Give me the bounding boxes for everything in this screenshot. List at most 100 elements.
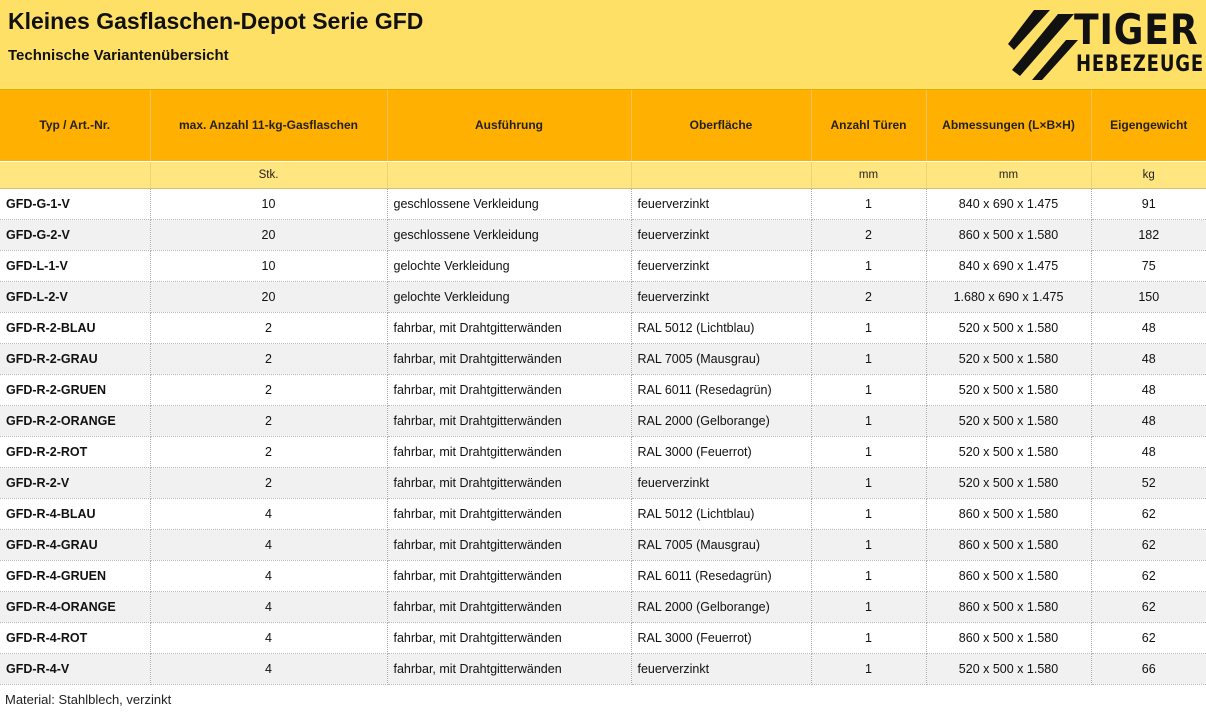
cell-anzahl-tueren: 1 [811,374,927,406]
cell-oberflaeche: feuerverzinkt [631,250,812,282]
unit-cell: mm [811,161,927,189]
cell-ausfuehrung: geschlossene Verkleidung [387,219,632,251]
cell-oberflaeche: RAL 2000 (Gelborange) [631,591,812,623]
cell-ausfuehrung: fahrbar, mit Drahtgitterwänden [387,405,632,437]
cell-eigengewicht: 48 [1091,312,1206,344]
cell-anzahl-tueren: 1 [811,498,927,530]
table-row: GFD-R-2-ORANGE 2 fahrbar, mit Drahtgitterw… [0,405,1206,437]
table-row: GFD-R-4-GRUEN 4 fahrbar, mit Drahtgitterwä… [0,560,1206,592]
cell-abmessungen: 520 x 500 x 1.580 [926,467,1092,499]
cell-typ: GFD-R-2-GRAU [0,343,151,375]
cell-eigengewicht: 62 [1091,498,1206,530]
cell-abmessungen: 840 x 690 x 1.475 [926,250,1092,282]
cell-typ: GFD-L-2-V [0,281,151,313]
cell-eigengewicht: 48 [1091,405,1206,437]
cell-eigengewicht: 150 [1091,281,1206,313]
cell-typ: GFD-R-4-BLAU [0,498,151,530]
cell-anzahl-gasflaschen: 4 [150,498,388,530]
unit-cell: mm [926,161,1092,189]
cell-anzahl-gasflaschen: 2 [150,343,388,375]
cell-abmessungen: 860 x 500 x 1.580 [926,591,1092,623]
table-row: GFD-R-2-ROT 2 fahrbar, mit Drahtgitterwänd… [0,436,1206,468]
cell-typ: GFD-R-2-BLAU [0,312,151,344]
cell-eigengewicht: 48 [1091,436,1206,468]
cell-oberflaeche: RAL 2000 (Gelborange) [631,405,812,437]
cell-abmessungen: 840 x 690 x 1.475 [926,188,1092,220]
column-header-eigengewicht: Eigengewicht [1091,90,1206,162]
cell-ausfuehrung: fahrbar, mit Drahtgitterwänden [387,591,632,623]
cell-eigengewicht: 62 [1091,529,1206,561]
table-row: GFD-L-1-V 10 gelochte Verkleidung feuerverz… [0,250,1206,282]
cell-ausfuehrung: fahrbar, mit Drahtgitterwänden [387,560,632,592]
cell-typ: GFD-R-2-V [0,467,151,499]
column-header-row: Typ / Art.-Nr. max. Anzahl 11-kg-Gasflas… [0,90,1206,162]
cell-ausfuehrung: fahrbar, mit Drahtgitterwänden [387,343,632,375]
cell-anzahl-tueren: 2 [811,281,927,313]
unit-cell: kg [1091,161,1206,189]
cell-eigengewicht: 62 [1091,591,1206,623]
cell-oberflaeche: RAL 7005 (Mausgrau) [631,343,812,375]
column-header-oberflaeche: Oberfläche [631,90,812,162]
cell-abmessungen: 520 x 500 x 1.580 [926,436,1092,468]
cell-anzahl-tueren: 1 [811,591,927,623]
cell-oberflaeche: RAL 6011 (Resedagrün) [631,560,812,592]
brand-logo: TIGER HEBEZEUGE [1008,6,1203,80]
cell-abmessungen: 860 x 500 x 1.580 [926,529,1092,561]
unit-cell: Stk. [150,161,388,189]
cell-abmessungen: 520 x 500 x 1.580 [926,343,1092,375]
cell-oberflaeche: RAL 5012 (Lichtblau) [631,312,812,344]
cell-anzahl-tueren: 1 [811,188,927,220]
cell-typ: GFD-R-2-ROT [0,436,151,468]
table-row: GFD-R-4-GRAU 4 fahrbar, mit Drahtgitterwän… [0,529,1206,561]
column-header-abmessungen: Abmessungen (L×B×H) [926,90,1092,162]
cell-anzahl-tueren: 1 [811,343,927,375]
cell-anzahl-gasflaschen: 2 [150,374,388,406]
page-header: Kleines Gasflaschen-Depot Serie GFD Tech… [0,0,1206,90]
cell-ausfuehrung: fahrbar, mit Drahtgitterwänden [387,653,632,685]
cell-abmessungen: 520 x 500 x 1.580 [926,653,1092,685]
table-row: GFD-R-4-BLAU 4 fahrbar, mit Drahtgitterwän… [0,498,1206,530]
cell-ausfuehrung: fahrbar, mit Drahtgitterwänden [387,374,632,406]
cell-anzahl-tueren: 1 [811,312,927,344]
unit-cell [631,161,812,189]
table-row: GFD-R-2-GRAU 2 fahrbar, mit Drahtgitterwän… [0,343,1206,375]
cell-oberflaeche: RAL 3000 (Feuerrot) [631,622,812,654]
cell-anzahl-gasflaschen: 10 [150,188,388,220]
cell-oberflaeche: feuerverzinkt [631,281,812,313]
cell-anzahl-gasflaschen: 4 [150,560,388,592]
cell-ausfuehrung: fahrbar, mit Drahtgitterwänden [387,436,632,468]
cell-anzahl-tueren: 1 [811,467,927,499]
logo-text-tiger: TIGER [1074,5,1199,54]
cell-anzahl-tueren: 1 [811,622,927,654]
cell-typ: GFD-R-2-GRUEN [0,374,151,406]
cell-ausfuehrung: fahrbar, mit Drahtgitterwänden [387,498,632,530]
cell-anzahl-tueren: 1 [811,529,927,561]
cell-oberflaeche: feuerverzinkt [631,219,812,251]
cell-abmessungen: 520 x 500 x 1.580 [926,374,1092,406]
table-row: GFD-R-2-GRUEN 2 fahrbar, mit Drahtgitterwä… [0,374,1206,406]
cell-anzahl-tueren: 2 [811,219,927,251]
column-header-typ: Typ / Art.-Nr. [0,90,151,162]
table-row: GFD-R-4-ORANGE 4 fahrbar, mit Drahtgitterw… [0,591,1206,623]
cell-typ: GFD-R-4-ROT [0,622,151,654]
variant-table: Typ / Art.-Nr. max. Anzahl 11-kg-Gasflas… [0,90,1206,685]
cell-anzahl-tueren: 1 [811,405,927,437]
logo-text-hebezeuge: HEBEZEUGE [1076,52,1205,77]
unit-cell [0,161,151,189]
cell-eigengewicht: 62 [1091,622,1206,654]
table-row: GFD-G-2-V 20 geschlossene Verkleidung feuer… [0,219,1206,251]
cell-oberflaeche: feuerverzinkt [631,653,812,685]
cell-eigengewicht: 62 [1091,560,1206,592]
cell-oberflaeche: feuerverzinkt [631,188,812,220]
cell-typ: GFD-R-4-GRAU [0,529,151,561]
cell-anzahl-gasflaschen: 20 [150,219,388,251]
cell-anzahl-gasflaschen: 4 [150,653,388,685]
cell-eigengewicht: 52 [1091,467,1206,499]
cell-anzahl-tueren: 1 [811,560,927,592]
cell-anzahl-tueren: 1 [811,653,927,685]
cell-typ: GFD-L-1-V [0,250,151,282]
cell-anzahl-gasflaschen: 2 [150,436,388,468]
cell-oberflaeche: feuerverzinkt [631,467,812,499]
page-subtitle: Technische Variantenübersicht [8,47,229,64]
cell-abmessungen: 860 x 500 x 1.580 [926,219,1092,251]
